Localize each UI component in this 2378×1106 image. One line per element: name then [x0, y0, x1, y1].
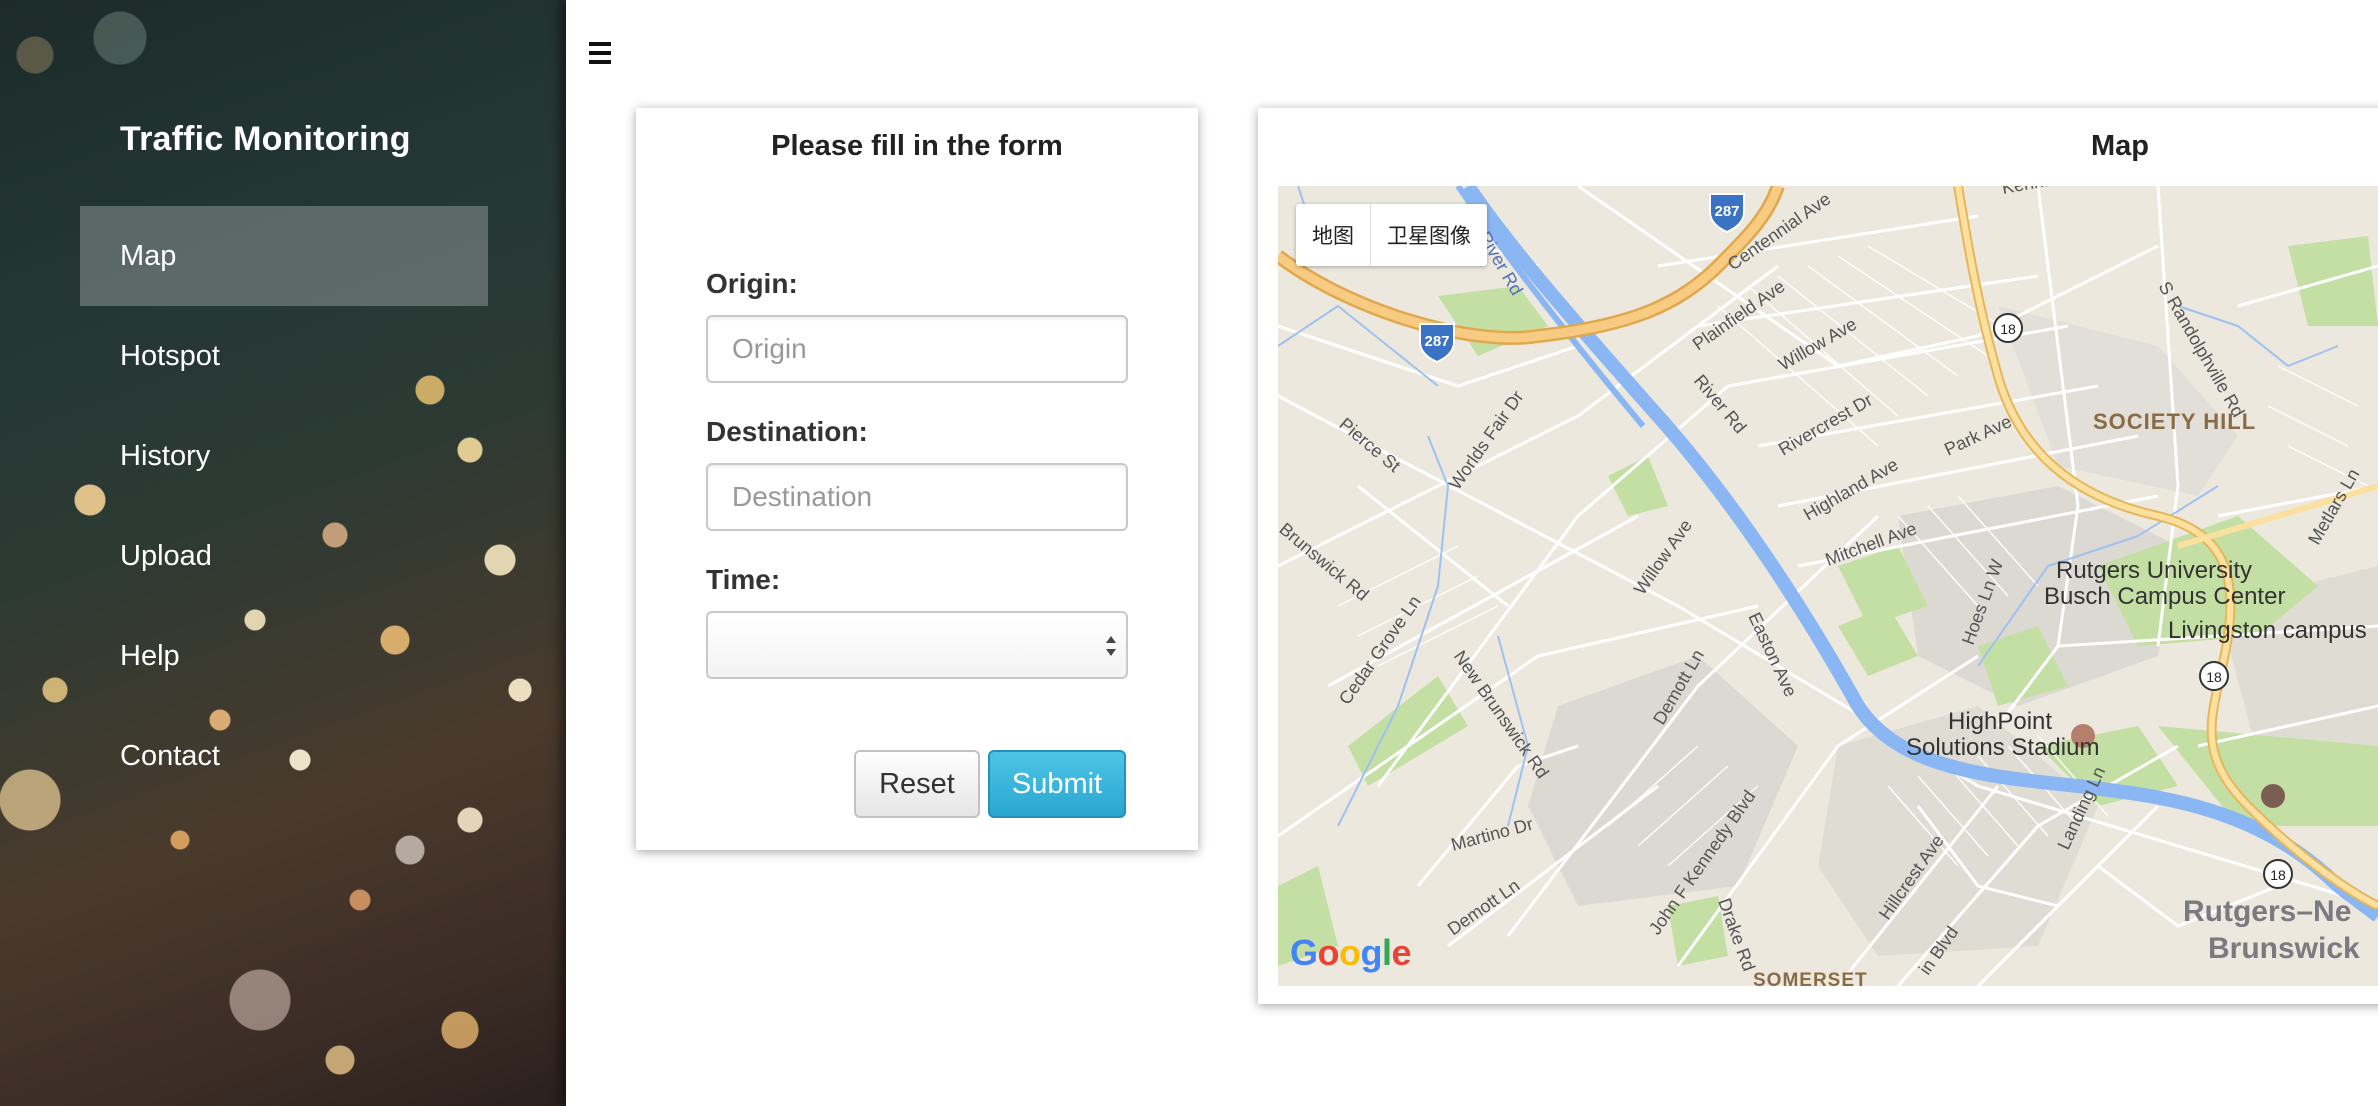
svg-text:Busch Campus Center: Busch Campus Center — [2044, 583, 2285, 610]
sidebar-nav: Map Hotspot History Upload Help Contact — [80, 206, 488, 806]
hamburger-icon[interactable] — [589, 40, 613, 66]
select-arrows-icon — [1106, 636, 1116, 656]
map-title: Map — [2091, 130, 2149, 162]
svg-text:SOCIETY HILL: SOCIETY HILL — [2093, 409, 2256, 434]
sidebar-item-map[interactable]: Map — [80, 206, 488, 306]
reset-button[interactable]: Reset — [854, 750, 980, 818]
app-title: Traffic Monitoring — [120, 120, 411, 158]
svg-text:Kennilat H: Kennilat H — [2000, 186, 2085, 198]
sidebar-item-hotspot[interactable]: Hotspot — [80, 306, 488, 406]
origin-label: Origin: — [706, 268, 798, 299]
form-title: Please fill in the form — [771, 130, 1063, 162]
sidebar-item-label: Help — [120, 639, 180, 672]
svg-text:Pierce St: Pierce St — [1335, 414, 1404, 476]
svg-text:Worlds Fair Dr: Worlds Fair Dr — [1445, 387, 1528, 493]
route-form-panel: Please fill in the form Origin: Destinat… — [636, 108, 1198, 850]
sidebar-item-upload[interactable]: Upload — [80, 506, 488, 606]
svg-text:Brunswick Rd: Brunswick Rd — [1278, 519, 1373, 605]
map-panel: Map 287 287 18 18 18 Centennial Ave Plai… — [1258, 108, 2378, 1004]
sidebar-item-label: Contact — [120, 739, 220, 772]
svg-text:Solutions Stadium: Solutions Stadium — [1906, 734, 2099, 761]
destination-input[interactable] — [706, 463, 1128, 531]
map-canvas[interactable]: 287 287 18 18 18 Centennial Ave Plainfie… — [1278, 186, 2378, 986]
svg-text:18: 18 — [2270, 867, 2286, 883]
route-18-shield: 18 — [2263, 859, 2293, 889]
svg-text:18: 18 — [2000, 321, 2016, 337]
svg-text:Livingston campus: Livingston campus — [2168, 617, 2367, 644]
time-label: Time: — [706, 564, 781, 595]
sidebar: Traffic Monitoring Map Hotspot History U… — [0, 0, 566, 1106]
route-18-shield: 18 — [1993, 313, 2023, 343]
sidebar-item-label: Hotspot — [120, 339, 220, 372]
svg-text:Martino Dr: Martino Dr — [1449, 814, 1535, 855]
svg-text:287: 287 — [1424, 333, 1449, 350]
svg-text:Park Ave: Park Ave — [1941, 411, 2014, 459]
svg-text:New Brunswick Rd: New Brunswick Rd — [1450, 647, 1553, 782]
sidebar-item-label: Upload — [120, 539, 212, 572]
main-content: Please fill in the form Origin: Destinat… — [566, 0, 2378, 1106]
svg-text:18: 18 — [2206, 669, 2222, 685]
svg-text:Rutgers–Ne: Rutgers–Ne — [2183, 895, 2351, 928]
svg-text:Brunswick: Brunswick — [2208, 932, 2360, 965]
google-logo: Google — [1290, 932, 1412, 973]
interstate-287-shield: 287 — [1709, 193, 1745, 234]
map-type-map-button[interactable]: 地图 — [1296, 204, 1370, 266]
destination-label: Destination: — [706, 416, 868, 447]
origin-input[interactable] — [706, 315, 1128, 383]
svg-text:Highland Ave: Highland Ave — [1800, 454, 1902, 524]
svg-text:SOMERSET: SOMERSET — [1753, 970, 1868, 986]
svg-text:Easton Ave: Easton Ave — [1744, 609, 1800, 700]
svg-text:287: 287 — [1714, 203, 1739, 220]
sidebar-item-help[interactable]: Help — [80, 606, 488, 706]
sidebar-item-label: Map — [120, 239, 177, 272]
submit-button[interactable]: Submit — [988, 750, 1126, 818]
svg-text:River Rd: River Rd — [1690, 371, 1750, 437]
time-select[interactable] — [706, 611, 1128, 679]
sidebar-item-contact[interactable]: Contact — [80, 706, 488, 806]
svg-text:HighPoint: HighPoint — [1948, 708, 2052, 735]
map-type-control: 地图 卫星图像 — [1296, 204, 1487, 266]
svg-text:Willow Ave: Willow Ave — [1630, 516, 1696, 598]
sidebar-item-history[interactable]: History — [80, 406, 488, 506]
sidebar-item-label: History — [120, 439, 211, 472]
route-18-shield: 18 — [2199, 661, 2229, 691]
svg-text:Rutgers University: Rutgers University — [2056, 557, 2252, 584]
map-graphic: 287 287 18 18 18 Centennial Ave Plainfie… — [1278, 186, 2378, 986]
interstate-287-shield: 287 — [1419, 323, 1455, 364]
map-type-satellite-button[interactable]: 卫星图像 — [1370, 204, 1487, 266]
